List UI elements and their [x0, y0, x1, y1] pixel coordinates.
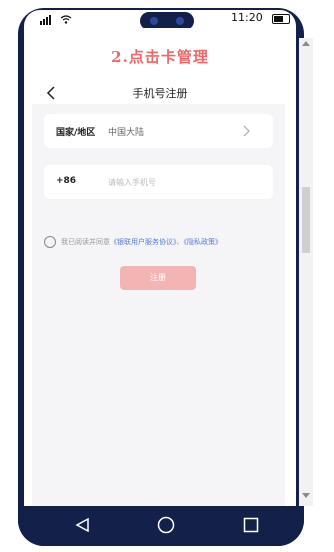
agreement-prefix: 我已阅读并同意: [61, 238, 110, 246]
banner-title: 2.点击卡管理: [111, 48, 209, 66]
scroll-up-arrow-icon[interactable]: [302, 40, 310, 46]
region-selector[interactable]: 国家/地区 中国大陆: [44, 114, 273, 148]
circle-home-icon[interactable]: [157, 516, 175, 534]
scrollbar-thumb[interactable]: [302, 187, 310, 253]
wifi-icon: [60, 15, 72, 24]
agree-checkbox[interactable]: [44, 236, 56, 248]
triangle-back-icon[interactable]: [74, 517, 90, 533]
page-title: 手机号注册: [132, 87, 188, 100]
scrollbar[interactable]: [299, 38, 313, 506]
chevron-right-icon: [243, 125, 250, 137]
camera-lens-icon: [150, 17, 158, 25]
camera-lens-icon: [176, 17, 184, 25]
app-screen: 2.点击卡管理 手机号注册 国家/地区 中国大陆 +86 请输入手机号 我已阅读…: [24, 28, 296, 506]
battery-icon: [272, 14, 290, 24]
register-button[interactable]: 注册: [120, 266, 196, 290]
phone-input[interactable]: 请输入手机号: [108, 177, 156, 188]
region-value: 中国大陆: [108, 128, 145, 138]
nav-bar: 手机号注册: [24, 82, 296, 104]
status-time: 11:20: [231, 11, 263, 24]
phone-field[interactable]: +86 请输入手机号: [44, 165, 273, 199]
scroll-down-arrow-icon[interactable]: [302, 493, 310, 499]
service-agreement-link[interactable]: 《银联用户服务协议》: [110, 238, 177, 246]
system-nav-bar: [18, 506, 304, 546]
region-label: 国家/地区: [56, 128, 96, 138]
square-recents-icon[interactable]: [243, 517, 259, 533]
signal-icon: [40, 15, 51, 25]
form-area: 国家/地区 中国大陆 +86 请输入手机号 我已阅读并同意《银联用户服务协议》、…: [32, 104, 285, 506]
tutorial-banner: 2.点击卡管理: [24, 28, 296, 82]
agreement-text: 我已阅读并同意《银联用户服务协议》、《隐私政策》: [61, 237, 222, 247]
agreement-sep: 、: [176, 238, 184, 246]
privacy-policy-link[interactable]: 《隐私政策》: [184, 238, 223, 246]
country-code: +86: [56, 176, 77, 186]
